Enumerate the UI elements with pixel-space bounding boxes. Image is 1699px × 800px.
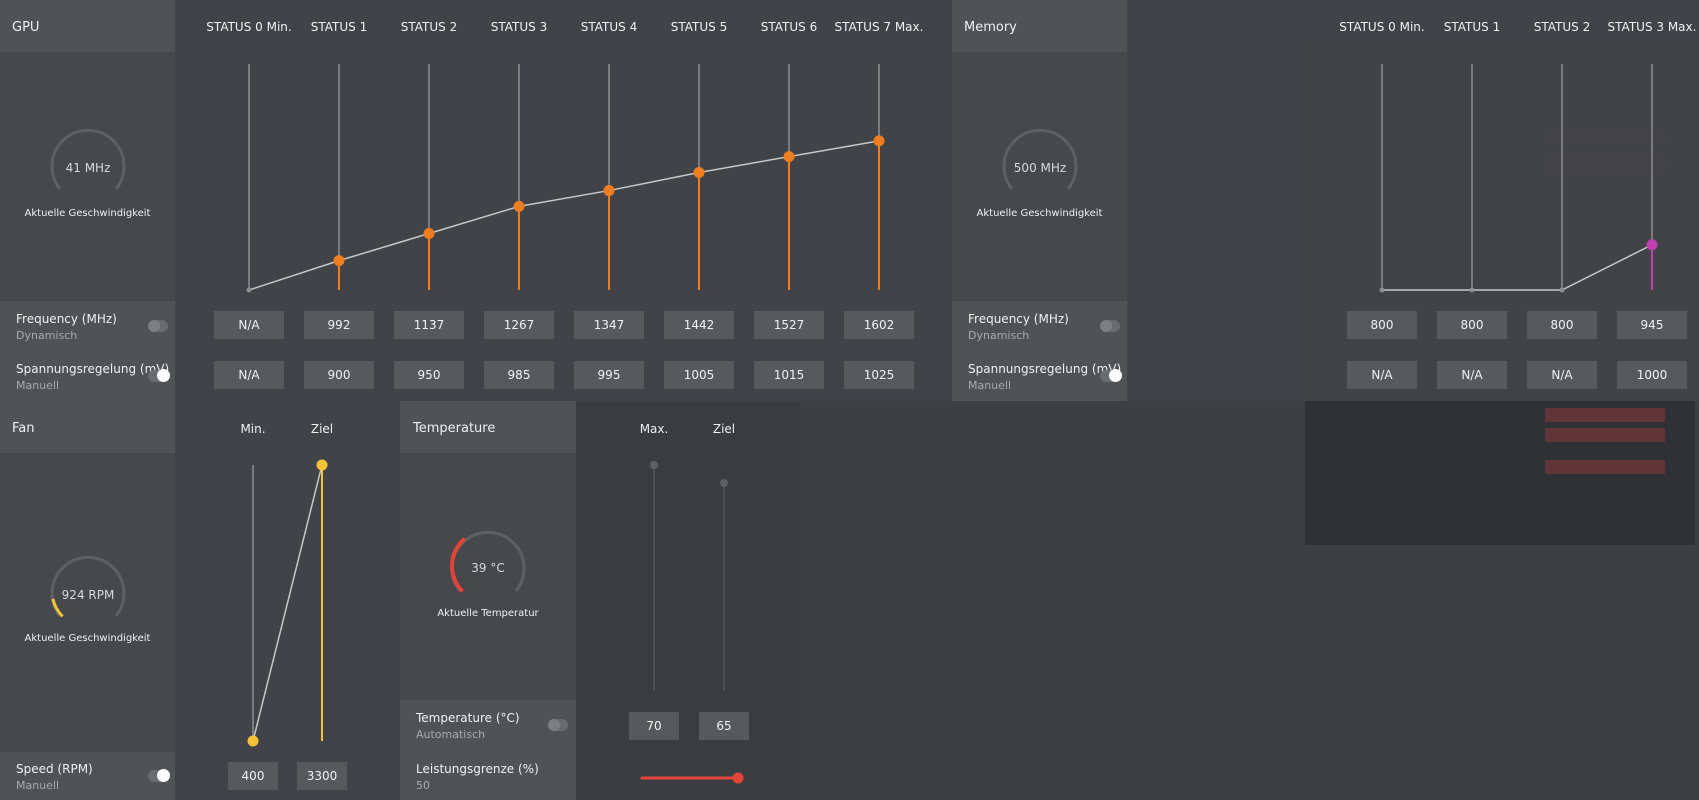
fan-min-point [247,735,259,747]
gpu-state-header: STATUS 6 [760,20,818,34]
background-bar [1545,428,1665,442]
gpu-state-header: STATUS 2 [400,20,458,34]
gpu-frequency-value[interactable]: 1602 [844,311,914,339]
memory-frequency-mode: Dynamisch [968,329,1030,342]
gpu-voltage-value[interactable]: 950 [394,361,464,389]
memory-voltage-label: Spannungsregelung (mV) [968,362,1122,376]
memory-voltage-value[interactable]: 1000 [1617,361,1687,389]
fan-speed-row: Speed (RPM) Manuell [0,752,175,800]
memory-state-header: STATUS 0 Min. [1339,20,1425,34]
memory-voltage-row: Spannungsregelung (mV) Manuell [952,351,1127,401]
memory-state-point [1469,287,1475,293]
memory-state-point [1646,239,1658,251]
gpu-state-header: STATUS 4 [580,20,638,34]
gpu-frequency-value[interactable]: 1137 [394,311,464,339]
memory-frequency-value[interactable]: 800 [1527,311,1597,339]
power-limit-handle[interactable] [732,772,744,784]
gpu-voltage-toggle[interactable] [148,369,170,382]
memory-voltage-toggle[interactable] [1100,369,1122,382]
memory-state-point [1559,287,1565,293]
gpu-voltage-label: Spannungsregelung (mV) [16,362,170,376]
temperature-chart [650,461,728,691]
memory-state-header: STATUS 3 Max. [1607,20,1697,34]
fan-target-value[interactable]: 3300 [297,762,347,790]
fan-speed-label: Speed (RPM) [16,762,93,776]
temperature-setting-toggle[interactable] [548,719,568,731]
temperature-target-value[interactable]: 65 [699,712,749,740]
gpu-voltage-value[interactable]: 985 [484,361,554,389]
memory-frequency-value[interactable]: 800 [1437,311,1507,339]
gpu-state-header: STATUS 3 [490,20,548,34]
fan-min-value[interactable]: 400 [228,762,278,790]
memory-voltage-value[interactable]: N/A [1347,361,1417,389]
memory-frequency-toggle[interactable] [1100,320,1120,332]
power-limit-row: Leistungsgrenze (%) 50 [400,752,576,800]
memory-voltage-value[interactable]: N/A [1437,361,1507,389]
memory-frequency-label: Frequency (MHz) [968,312,1069,326]
power-limit-label: Leistungsgrenze (%) [416,762,539,776]
memory-state-point [1379,287,1385,293]
fan-target-point [316,459,328,471]
gpu-frequency-value[interactable]: 1267 [484,311,554,339]
temperature-max-point [650,461,658,469]
gpu-voltage-mode: Manuell [16,379,60,392]
memory-frequency-value[interactable]: 800 [1347,311,1417,339]
gpu-voltage-value[interactable]: 1005 [664,361,734,389]
background-bar [1545,460,1665,474]
temperature-setting-row: Temperature (°C) Automatisch [400,700,576,752]
gpu-state-header: STATUS 5 [670,20,728,34]
background-bar [1545,408,1665,422]
gpu-frequency-value[interactable]: 1527 [754,311,824,339]
memory-state-header: STATUS 1 [1443,20,1501,34]
gpu-frequency-value[interactable]: 1347 [574,311,644,339]
memory-frequency-row: Frequency (MHz) Dynamisch [952,301,1127,351]
memory-state-curve [1382,244,1653,291]
gpu-voltage-value[interactable]: N/A [214,361,284,389]
gpu-frequency-value[interactable]: N/A [214,311,284,339]
fan-speed-toggle[interactable] [148,769,170,782]
gpu-frequency-label: Frequency (MHz) [16,312,117,326]
temperature-target-point [720,479,728,488]
memory-state-header: STATUS 2 [1533,20,1591,34]
gpu-state-header: STATUS 1 [310,20,368,34]
gpu-frequency-toggle[interactable] [148,320,168,332]
gpu-frequency-mode: Dynamisch [16,329,78,342]
memory-voltage-mode: Manuell [968,379,1012,392]
memory-state-chart [1379,64,1658,293]
gpu-voltage-value[interactable]: 1015 [754,361,824,389]
gpu-state-header: STATUS 0 Min. [206,20,292,34]
fan-speed-mode: Manuell [16,779,60,792]
temperature-setting-label: Temperature (°C) [416,711,520,725]
gpu-voltage-row: Spannungsregelung (mV) Manuell [0,351,175,401]
memory-frequency-value[interactable]: 945 [1617,311,1687,339]
gpu-frequency-value[interactable]: 992 [304,311,374,339]
gpu-voltage-value[interactable]: 1025 [844,361,914,389]
gpu-state-header: STATUS 7 Max. [834,20,924,34]
gpu-voltage-value[interactable]: 995 [574,361,644,389]
gpu-frequency-row: Frequency (MHz) Dynamisch [0,301,175,351]
fan-curve-line [252,464,323,742]
temperature-max-value[interactable]: 70 [629,712,679,740]
gpu-voltage-value[interactable]: 900 [304,361,374,389]
power-limit-value: 50 [416,779,430,792]
temperature-setting-mode: Automatisch [416,728,486,741]
power-limit-slider[interactable] [630,768,750,788]
fan-curve-chart [247,459,328,747]
gpu-frequency-value[interactable]: 1442 [664,311,734,339]
memory-voltage-value[interactable]: N/A [1527,361,1597,389]
